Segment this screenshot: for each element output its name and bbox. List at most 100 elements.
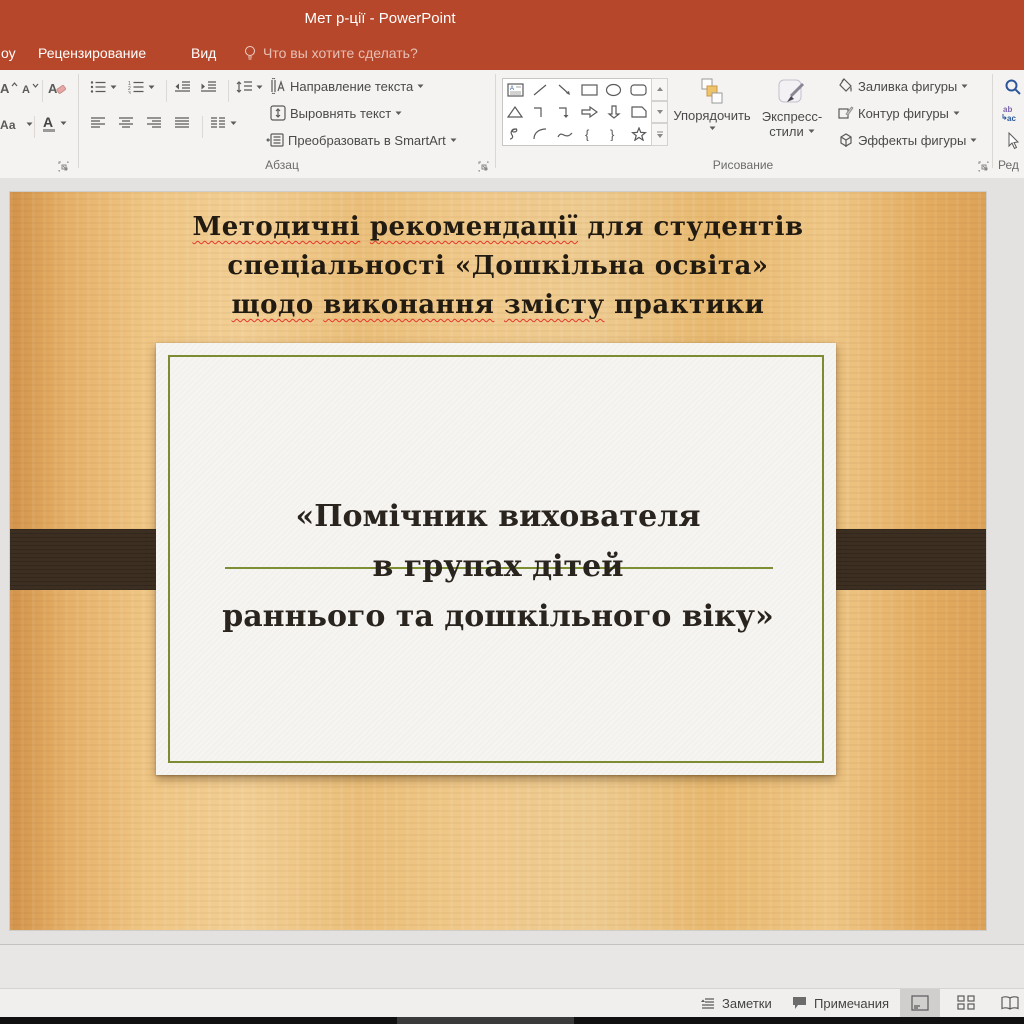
chevron-down-icon xyxy=(148,85,155,90)
line-spacing-button[interactable] xyxy=(236,80,263,94)
align-right-icon xyxy=(146,116,162,130)
window-title: Мет р-ції - PowerPoint xyxy=(180,10,580,27)
tell-me-box[interactable]: Что вы хотите сделать? xyxy=(243,45,418,61)
chevron-down-icon xyxy=(417,84,424,89)
shapes-gallery[interactable]: A {} xyxy=(502,78,652,146)
arc-shape-icon[interactable] xyxy=(528,123,553,145)
align-text-icon xyxy=(270,105,286,121)
text-direction-button[interactable]: Направление текста xyxy=(270,78,424,94)
convert-smartart-button[interactable]: Преобразовать в SmartArt xyxy=(266,132,457,148)
card-title-textbox[interactable]: «Помічник вихователяв групах дітейранньо… xyxy=(10,492,986,642)
notes-toggle-button[interactable]: Заметки xyxy=(694,989,778,1017)
bullets-button[interactable] xyxy=(90,80,117,94)
chevron-down-icon xyxy=(953,111,960,116)
elbow-connector-shape-icon[interactable] xyxy=(528,101,553,123)
change-case-icon: Аа xyxy=(0,116,22,132)
tab-slideshow-partial[interactable]: оу xyxy=(1,45,16,61)
comments-toggle-button[interactable]: Примечания xyxy=(786,989,895,1017)
title-bar: Мет р-ції - PowerPoint xyxy=(0,0,1024,40)
align-right-button[interactable] xyxy=(146,116,162,130)
drawing-dialog-launcher[interactable] xyxy=(978,160,990,172)
clear-formatting-button[interactable]: А xyxy=(48,80,66,96)
numbering-button[interactable]: 123 xyxy=(128,80,155,94)
font-color-button[interactable]: А xyxy=(42,114,67,132)
decrease-indent-button[interactable] xyxy=(174,80,190,94)
elbow-arrow-connector-shape-icon[interactable] xyxy=(552,101,577,123)
oval-shape-icon[interactable] xyxy=(602,79,627,101)
shrink-font-button[interactable]: А xyxy=(22,80,39,96)
svg-text:A: A xyxy=(510,86,514,92)
arrow-shape-icon[interactable] xyxy=(552,79,577,101)
comments-icon xyxy=(792,996,808,1010)
svg-text:3: 3 xyxy=(128,91,131,94)
normal-view-button[interactable] xyxy=(900,989,940,1017)
quick-styles-button[interactable]: Экспресс- стили xyxy=(754,78,830,139)
quick-styles-label-line1: Экспресс- xyxy=(762,109,823,124)
taskbar-item[interactable] xyxy=(397,1017,574,1024)
line-spacing-icon xyxy=(236,80,252,94)
gallery-more-button[interactable] xyxy=(651,123,668,146)
triangle-shape-icon[interactable] xyxy=(503,101,528,123)
change-case-button[interactable]: Аа xyxy=(0,116,33,132)
ribbon: А А А Аа А 123 Направление текста Выровн… xyxy=(0,70,1024,179)
gallery-scroll-down-button[interactable] xyxy=(651,101,668,124)
shape-outline-icon xyxy=(838,105,854,121)
align-text-button[interactable]: Выровнять текст xyxy=(270,105,402,121)
rounded-rectangle-shape-icon[interactable] xyxy=(626,79,651,101)
lightbulb-icon xyxy=(243,45,257,61)
chevron-down-icon xyxy=(709,126,716,131)
chevron-down-icon xyxy=(961,84,968,89)
align-center-button[interactable] xyxy=(118,116,134,130)
paragraph-dialog-launcher[interactable] xyxy=(478,160,490,172)
left-brace-shape-icon[interactable]: { xyxy=(577,123,602,145)
tab-view[interactable]: Вид xyxy=(191,45,216,61)
notes-pane[interactable] xyxy=(0,944,1024,989)
scribble-shape-icon[interactable] xyxy=(503,123,528,145)
slide-title-textbox[interactable]: Методичні рекомендації для студентівспец… xyxy=(10,208,986,325)
reading-view-icon xyxy=(1000,995,1020,1011)
find-button[interactable] xyxy=(1004,78,1022,96)
replace-button[interactable]: abac xyxy=(1002,104,1020,122)
justify-button[interactable] xyxy=(174,116,190,130)
gallery-scroll-up-button[interactable] xyxy=(651,78,668,101)
rectangle-shape-icon[interactable] xyxy=(577,79,602,101)
line-shape-icon[interactable] xyxy=(528,79,553,101)
increase-indent-button[interactable] xyxy=(200,80,216,94)
shape-fill-label: Заливка фигуры xyxy=(858,79,957,94)
right-brace-shape-icon[interactable]: } xyxy=(602,123,627,145)
shape-outline-button[interactable]: Контур фигуры xyxy=(838,105,960,121)
curve-shape-icon[interactable] xyxy=(552,123,577,145)
text-direction-label: Направление текста xyxy=(290,79,413,94)
slide-sorter-view-button[interactable] xyxy=(946,989,986,1017)
status-bar: Заметки Примечания xyxy=(0,988,1024,1018)
arrange-button[interactable]: Упорядочить xyxy=(676,78,748,131)
font-dialog-launcher[interactable] xyxy=(58,160,70,172)
align-text-label: Выровнять текст xyxy=(290,106,391,121)
increase-indent-icon xyxy=(200,80,216,94)
shape-effects-button[interactable]: Эффекты фигуры xyxy=(838,132,977,148)
select-button[interactable] xyxy=(1006,132,1020,150)
grow-font-button[interactable]: А xyxy=(0,80,18,96)
chevron-down-icon xyxy=(450,138,457,143)
shape-fill-icon xyxy=(838,78,854,94)
columns-button[interactable] xyxy=(210,116,237,130)
tell-me-label: Что вы хотите сделать? xyxy=(263,45,418,61)
ribbon-tab-row: оу Рецензирование Вид Что вы хотите сдел… xyxy=(0,40,1024,70)
align-left-button[interactable] xyxy=(90,116,106,130)
right-arrow-shape-icon[interactable] xyxy=(577,101,602,123)
text-box-shape-icon[interactable]: A xyxy=(503,79,528,101)
reading-view-button[interactable] xyxy=(990,989,1024,1017)
star-shape-icon[interactable] xyxy=(626,123,651,145)
shape-fill-button[interactable]: Заливка фигуры xyxy=(838,78,968,94)
down-arrow-shape-icon[interactable] xyxy=(602,101,627,123)
slide[interactable]: Методичні рекомендації для студентівспец… xyxy=(10,192,986,930)
slide-title-line: Методичні рекомендації для студентів xyxy=(10,208,986,247)
shapes-gallery-scroll xyxy=(651,78,668,146)
numbering-icon: 123 xyxy=(128,80,144,94)
paragraph-group-label: Абзац xyxy=(82,158,482,172)
snip-corner-shape-icon[interactable] xyxy=(626,101,651,123)
shrink-font-icon: А xyxy=(22,80,39,96)
quick-styles-label-line2: стили xyxy=(769,124,804,139)
svg-text:{: { xyxy=(585,127,590,141)
tab-review[interactable]: Рецензирование xyxy=(38,45,146,61)
